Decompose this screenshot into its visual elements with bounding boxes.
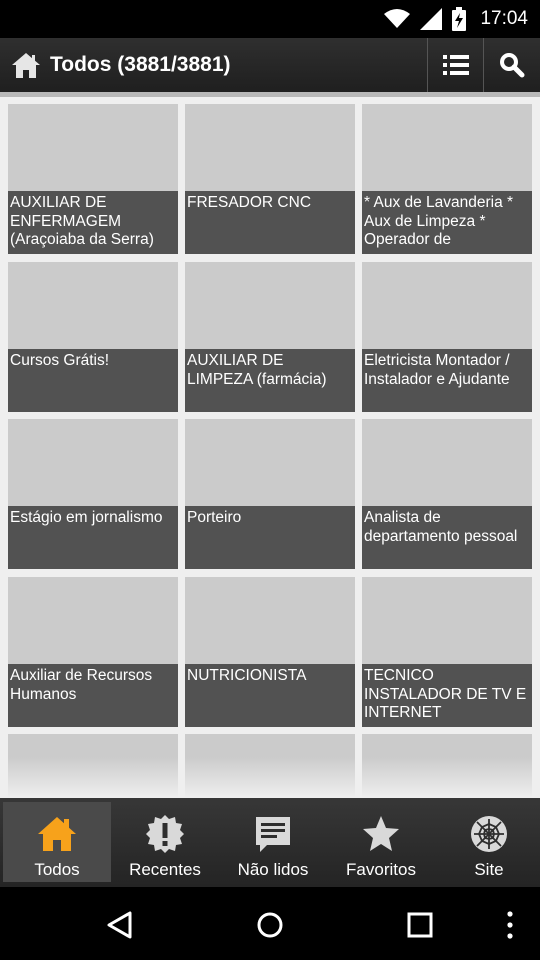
job-title: Auxiliar de Recursos Humanos	[8, 664, 178, 727]
status-bar: 17:04	[0, 0, 540, 38]
job-title: NUTRICIONISTA	[185, 664, 355, 727]
home-up-icon[interactable]	[10, 50, 42, 80]
recents-icon[interactable]	[400, 905, 440, 945]
web-icon	[471, 816, 507, 852]
home-icon	[38, 817, 76, 851]
job-card[interactable]: Eletricista Montador / Instalador e Ajud…	[362, 262, 532, 412]
nav-label: Todos	[34, 860, 80, 879]
job-title: Estágio em jornalismo	[8, 506, 178, 569]
job-card[interactable]: Analista de departamento pessoal	[362, 419, 532, 569]
nav-todos[interactable]: Todos	[3, 802, 111, 882]
battery-charging-icon	[452, 7, 467, 31]
nav-label: Site	[474, 860, 504, 879]
job-card[interactable]: Estágio em jornalismo	[8, 419, 178, 569]
job-title: AUXILIAR DE LIMPEZA (farmácia)	[185, 349, 355, 412]
search-button[interactable]	[484, 38, 539, 92]
job-title: TECNICO INSTALADOR DE TV E INTERNET	[362, 664, 532, 727]
job-card[interactable]: NUTRICIONISTA	[185, 577, 355, 727]
signal-icon	[420, 8, 443, 30]
job-title: AUXILIAR DE ENFERMAGEM (Araçoiaba da Ser…	[8, 191, 178, 254]
back-icon[interactable]	[100, 905, 140, 945]
job-title: Porteiro	[185, 506, 355, 569]
job-card[interactable]: Auxiliar de Recursos Humanos	[8, 577, 178, 727]
status-time: 17:04	[480, 8, 528, 29]
system-nav-bar	[0, 887, 540, 960]
job-card[interactable]: Cursos Grátis!	[8, 262, 178, 412]
nav-nao-lidos[interactable]: Não lidos	[219, 802, 327, 882]
overflow-menu-icon[interactable]	[490, 905, 530, 945]
job-title: * Aux de Lavanderia * Aux de Limpeza * O…	[362, 191, 532, 254]
status-icons: 17:04	[384, 6, 528, 32]
job-title: Cursos Grátis!	[8, 349, 178, 412]
job-card[interactable]: AUXILIAR DE ENFERMAGEM (Araçoiaba da Ser…	[8, 104, 178, 254]
job-title: Analista de departamento pessoal	[362, 506, 532, 569]
alert-badge-icon	[146, 815, 184, 853]
job-card[interactable]: FRESADOR CNC	[185, 104, 355, 254]
nav-label: Favoritos	[346, 860, 416, 879]
job-card[interactable]: * Aux de Lavanderia * Aux de Limpeza * O…	[362, 104, 532, 254]
nav-label: Recentes	[129, 860, 201, 879]
list-icon	[442, 55, 469, 75]
wifi-icon	[384, 9, 411, 28]
job-card[interactable]: Porteiro	[185, 419, 355, 569]
page-title: Todos (3881/3881)	[50, 53, 231, 76]
job-title: Eletricista Montador / Instalador e Ajud…	[362, 349, 532, 412]
nav-site[interactable]: Site	[435, 802, 540, 882]
bottom-nav: Todos Recentes Não lidos Favoritos Site	[0, 798, 540, 887]
job-card[interactable]: TECNICO INSTALADOR DE TV E INTERNET	[362, 577, 532, 727]
nav-label: Não lidos	[237, 860, 309, 879]
nav-favoritos[interactable]: Favoritos	[327, 802, 435, 882]
job-title: FRESADOR CNC	[185, 191, 355, 254]
unread-list-icon	[256, 817, 290, 852]
scroll-fade	[0, 757, 540, 798]
star-icon	[363, 816, 399, 851]
nav-recentes[interactable]: Recentes	[111, 802, 219, 882]
action-bar: Todos (3881/3881)	[0, 38, 540, 92]
search-icon	[499, 53, 524, 78]
job-grid[interactable]: AUXILIAR DE ENFERMAGEM (Araçoiaba da Ser…	[0, 97, 540, 798]
home-circle-icon[interactable]	[250, 905, 290, 945]
list-view-button[interactable]	[428, 38, 483, 92]
job-card[interactable]: AUXILIAR DE LIMPEZA (farmácia)	[185, 262, 355, 412]
